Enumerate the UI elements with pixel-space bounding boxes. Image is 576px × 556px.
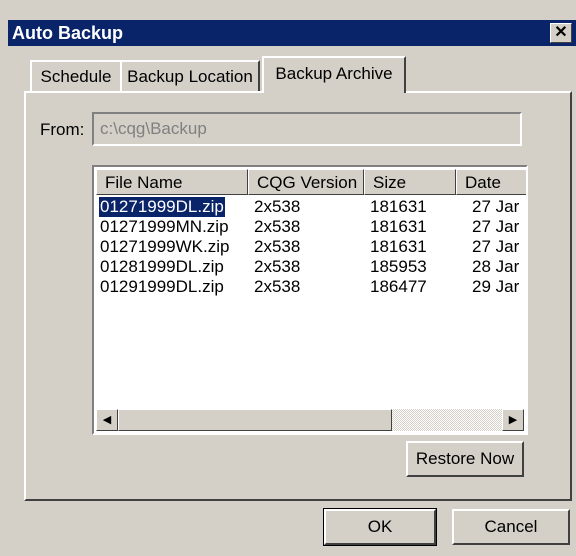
list-item[interactable]: 01281999DL.zip 2x538 185953 28 Jar [94, 257, 526, 277]
file-name-cell: 01271999WK.zip [100, 237, 230, 256]
column-header-label: CQG Version [257, 173, 358, 192]
column-header-date[interactable]: Date [456, 169, 526, 195]
date-cell: 28 Jar [472, 257, 520, 276]
tab-backup-archive-label: Backup Archive [275, 64, 393, 83]
size-cell: 181631 [370, 237, 427, 256]
size-cell: 181631 [370, 197, 427, 216]
cancel-button[interactable]: Cancel [452, 509, 570, 545]
title-bar[interactable]: Auto Backup ✕ [8, 20, 576, 46]
list-item[interactable]: 01291999DL.zip 2x538 186477 29 Jar [94, 277, 526, 297]
right-arrow-icon: ▶ [508, 414, 518, 426]
size-cell: 186477 [370, 277, 427, 296]
list-item[interactable]: 01271999DL.zip 2x538 181631 27 Jar [94, 196, 526, 218]
close-icon: ✕ [554, 24, 568, 41]
date-cell: 27 Jar [472, 217, 520, 236]
list-item[interactable]: 01271999WK.zip 2x538 181631 27 Jar [94, 237, 526, 257]
ok-button[interactable]: OK [323, 508, 437, 546]
from-label: From: [40, 120, 85, 139]
auto-backup-dialog: Auto Backup ✕ Schedule Backup Location B… [0, 0, 576, 556]
column-header-label: Date [465, 173, 501, 192]
column-header-size[interactable]: Size [364, 169, 456, 195]
cancel-label: Cancel [484, 517, 538, 536]
tab-schedule-label: Schedule [40, 67, 112, 86]
restore-now-label: Restore Now [415, 449, 515, 468]
date-cell: 27 Jar [472, 237, 520, 256]
scroll-left-button[interactable]: ◀ [96, 409, 118, 431]
list-header: File Name CQG Version Size Date [96, 169, 526, 195]
tab-schedule[interactable]: Schedule [30, 60, 122, 91]
cqg-version-cell: 2x538 [254, 257, 301, 276]
restore-now-button[interactable]: Restore Now [406, 441, 524, 477]
tab-backup-archive[interactable]: Backup Archive [262, 56, 406, 93]
file-name-cell: 01271999DL.zip [98, 196, 226, 218]
left-arrow-icon: ◀ [102, 414, 112, 426]
from-path-value: c:\cqg\Backup [100, 119, 207, 138]
close-button[interactable]: ✕ [550, 23, 572, 43]
date-cell: 29 Jar [472, 277, 520, 296]
cqg-version-cell: 2x538 [254, 237, 301, 256]
list-item[interactable]: 01271999MN.zip 2x538 181631 27 Jar [94, 217, 526, 237]
file-name-cell: 01281999DL.zip [100, 257, 224, 276]
tab-backup-location-label: Backup Location [127, 67, 253, 86]
cqg-version-cell: 2x538 [254, 217, 301, 236]
horizontal-scrollbar[interactable]: ◀ ▶ [96, 409, 524, 431]
date-cell: 27 Jar [472, 197, 520, 216]
file-name-cell: 01291999DL.zip [100, 277, 224, 296]
column-header-cqg-version[interactable]: CQG Version [248, 169, 364, 195]
from-path-field: c:\cqg\Backup [92, 112, 522, 146]
tab-backup-location[interactable]: Backup Location [120, 60, 260, 91]
column-header-file-name[interactable]: File Name [96, 169, 248, 195]
window-title: Auto Backup [12, 23, 124, 43]
size-cell: 181631 [370, 217, 427, 236]
scrollbar-thumb[interactable] [118, 409, 392, 431]
cqg-version-cell: 2x538 [254, 197, 301, 216]
size-cell: 185953 [370, 257, 427, 276]
column-header-label: File Name [105, 173, 183, 192]
backup-file-list[interactable]: File Name CQG Version Size Date 01271999… [92, 165, 528, 435]
ok-label: OK [367, 517, 393, 536]
column-header-label: Size [373, 173, 407, 192]
scroll-right-button[interactable]: ▶ [502, 409, 524, 431]
file-name-cell: 01271999MN.zip [100, 217, 229, 236]
cqg-version-cell: 2x538 [254, 277, 301, 296]
